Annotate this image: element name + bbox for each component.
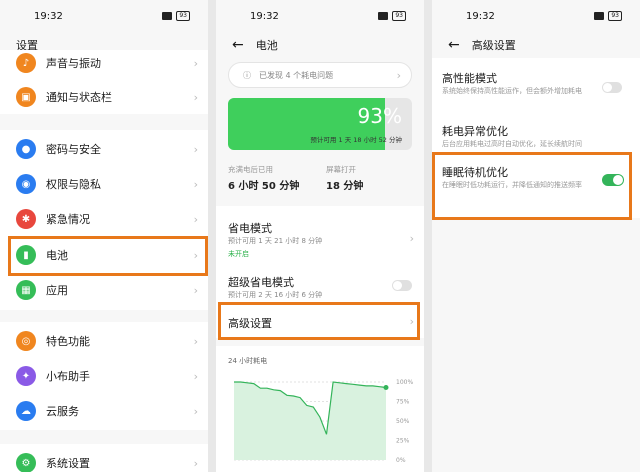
- system-icon: ⚙: [16, 453, 36, 472]
- asterisk-icon: ✱: [16, 209, 36, 229]
- setting-sub: 后台应用耗电过高时自动优化，延长续航时间: [442, 140, 582, 148]
- lock-icon: ●: [16, 139, 36, 159]
- battery-status-icon: 93: [176, 11, 190, 21]
- highlight-sleep-standby: [432, 152, 632, 220]
- power-save-sub: 预计可用 1 天 21 小时 8 分钟: [228, 237, 323, 245]
- battery-estimate: 预计可用 1 天 18 小时 52 分钟: [310, 136, 402, 144]
- status-bar: 19:32 93: [216, 0, 424, 32]
- sim-icon: [162, 12, 173, 20]
- usage-area: [234, 382, 386, 460]
- super-save-sub: 预计可用 2 天 16 小时 6 分钟: [228, 291, 323, 299]
- y-tick-label: 75%: [396, 399, 410, 406]
- settings-item-label: 紧急情况: [46, 213, 90, 226]
- settings-item[interactable]: ☁ 云服务 ›: [0, 394, 208, 428]
- setting-sub: 系统始终保持高性能运作，但会额外增加耗电: [442, 87, 582, 95]
- battery-status-icon: 93: [608, 11, 622, 21]
- status-bar: 19:32 93: [0, 0, 208, 32]
- sound-icon: ♪: [16, 53, 36, 73]
- back-arrow-icon[interactable]: ←: [232, 37, 244, 53]
- setting-title: 耗电异常优化: [442, 125, 508, 138]
- battery-panel: 19:32 93 ← 电池 ⓘ 已发现 4 个耗电问题 › 93% 预计可用 1…: [216, 0, 424, 472]
- chevron-right-icon: ›: [193, 56, 198, 70]
- battery-percent: 93%: [357, 104, 402, 128]
- settings-item[interactable]: ● 密码与安全 ›: [0, 132, 208, 166]
- chevron-right-icon: ›: [409, 232, 414, 245]
- cloud-icon: ☁: [16, 401, 36, 421]
- settings-item-label: 通知与状态栏: [46, 91, 112, 104]
- setting-title: 高性能模式: [442, 72, 497, 85]
- settings-item-label: 小布助手: [46, 370, 90, 383]
- super-save-title: 超级省电模式: [228, 276, 294, 289]
- info-icon: ⓘ: [243, 70, 251, 80]
- high-performance-toggle[interactable]: [602, 82, 622, 93]
- settings-item[interactable]: ▦ 应用 ›: [0, 273, 208, 307]
- chevron-right-icon: ›: [193, 456, 198, 470]
- notification-icon: ▣: [16, 87, 36, 107]
- since-charge-label: 充满电后已用: [228, 165, 273, 174]
- chevron-right-icon: ›: [193, 404, 198, 418]
- assistant-icon: ✦: [16, 366, 36, 386]
- highlight-advanced: [218, 302, 420, 340]
- chevron-right-icon: ›: [193, 283, 198, 297]
- battery-level-card: 93% 预计可用 1 天 18 小时 52 分钟: [228, 98, 412, 150]
- settings-item[interactable]: ▣ 通知与状态栏 ›: [0, 80, 208, 114]
- settings-item[interactable]: ◉ 权限与隐私 ›: [0, 167, 208, 201]
- chevron-right-icon: ›: [193, 142, 198, 156]
- highlight-battery: [8, 236, 208, 276]
- settings-panel: 19:32 93 设置 ♪ 声音与振动 › ▣ 通知与状态栏 › ● 密码与安全 › ◉ 权限与隐私…: [0, 0, 208, 472]
- y-tick-label: 25%: [396, 438, 410, 445]
- settings-item-label: 权限与隐私: [46, 178, 101, 191]
- advanced-panel: 19:32 93 ← 高级设置 高性能模式 系统始终保持高性能运作，但会额外增加…: [432, 0, 640, 472]
- usage-endpoint: [383, 384, 389, 390]
- sim-icon: [378, 12, 389, 20]
- settings-item-label: 密码与安全: [46, 143, 101, 156]
- settings-item-label: 应用: [46, 284, 68, 297]
- power-save-status: 未开启: [228, 250, 249, 258]
- sim-icon: [594, 12, 605, 20]
- battery-status-icon: 93: [392, 11, 406, 21]
- y-tick-label: 100%: [396, 379, 413, 386]
- status-time: 19:32: [466, 10, 495, 22]
- settings-item-label: 特色功能: [46, 335, 90, 348]
- status-time: 19:32: [34, 10, 63, 22]
- screen-on-value: 18 分钟: [326, 181, 364, 192]
- settings-item-label: 声音与振动: [46, 57, 101, 70]
- notice-text: 已发现 4 个耗电问题: [259, 70, 334, 80]
- chevron-right-icon: ›: [193, 177, 198, 191]
- page-title: 高级设置: [471, 39, 516, 52]
- settings-item[interactable]: ◎ 特色功能 ›: [0, 324, 208, 358]
- settings-item-label: 云服务: [46, 405, 79, 418]
- settings-item[interactable]: ✱ 紧急情况 ›: [0, 202, 208, 236]
- usage-chart: 100% 75% 50% 25% 0%: [234, 379, 413, 464]
- status-time: 19:32: [250, 10, 279, 22]
- super-save-toggle[interactable]: [392, 280, 412, 291]
- star-icon: ◎: [16, 331, 36, 351]
- status-bar: 19:32 93: [432, 0, 640, 32]
- chevron-right-icon: ›: [193, 334, 198, 348]
- eye-icon: ◉: [16, 174, 36, 194]
- apps-icon: ▦: [16, 280, 36, 300]
- back-arrow-icon[interactable]: ←: [448, 37, 460, 53]
- settings-item[interactable]: ⚙ 系统设置 ›: [0, 446, 208, 472]
- since-charge-value: 6 小时 50 分钟: [228, 181, 300, 192]
- y-tick-label: 0%: [396, 457, 406, 464]
- settings-item[interactable]: ♪ 声音与振动 ›: [0, 46, 208, 80]
- chevron-right-icon: ›: [193, 369, 198, 383]
- screen-on-label: 屏幕打开: [326, 165, 356, 174]
- battery-issue-notice[interactable]: ⓘ 已发现 4 个耗电问题 ›: [228, 62, 412, 88]
- settings-item-label: 系统设置: [46, 457, 90, 470]
- power-save-title: 省电模式: [228, 222, 272, 235]
- page-title: 电池: [255, 39, 278, 52]
- y-tick-label: 50%: [396, 418, 410, 425]
- chevron-right-icon: ›: [193, 90, 198, 104]
- chevron-right-icon: ›: [396, 68, 401, 82]
- chevron-right-icon: ›: [193, 212, 198, 226]
- settings-item[interactable]: ✦ 小布助手 ›: [0, 359, 208, 393]
